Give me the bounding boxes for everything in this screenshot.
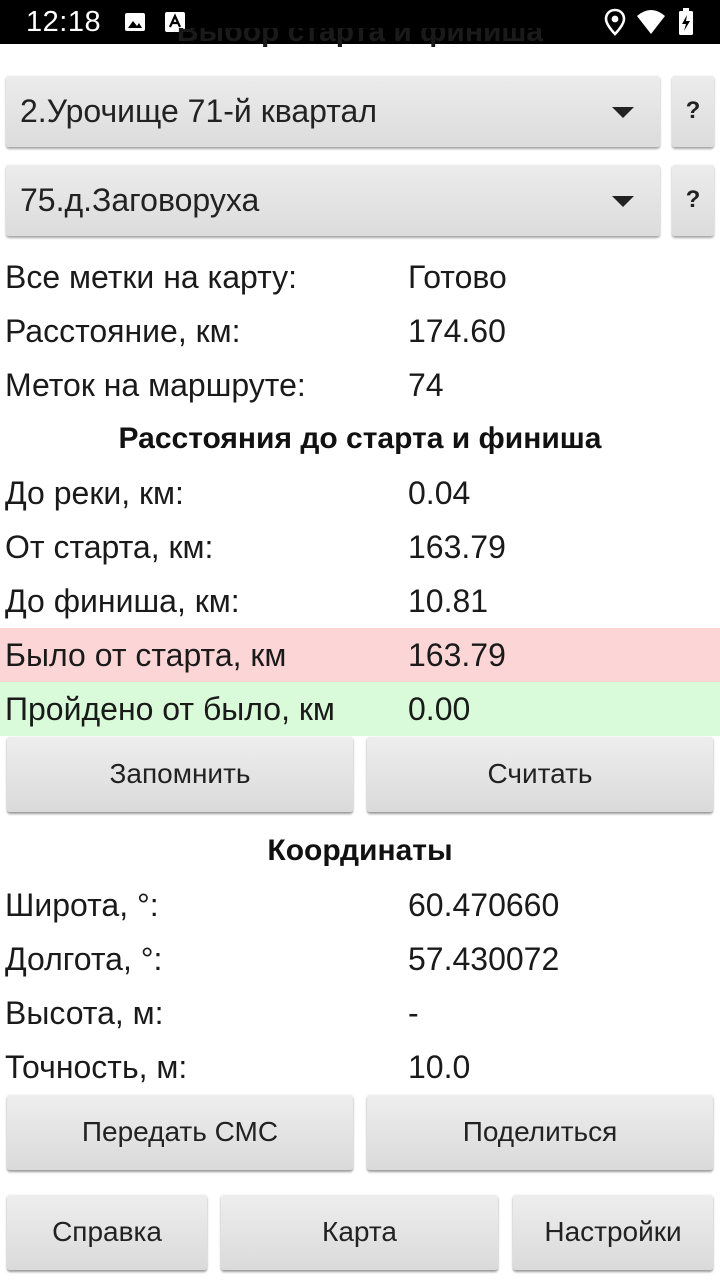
accuracy-label: Точность, м:: [5, 1049, 188, 1085]
longitude-label: Долгота, °:: [5, 941, 163, 977]
remember-button[interactable]: Запомнить: [7, 736, 353, 812]
passed-from-was-label: Пройдено от было, км: [5, 691, 335, 727]
from-start-value: 163.79: [408, 529, 506, 565]
to-river-label: До реки, км:: [5, 475, 184, 511]
was-from-start-value: 163.79: [408, 637, 506, 673]
all-marks-value[interactable]: Готово: [408, 250, 507, 304]
passed-from-was-value: 0.00: [408, 691, 471, 727]
share-button[interactable]: Поделиться: [367, 1094, 713, 1170]
chevron-down-icon: [612, 107, 634, 118]
latitude-label: Широта, °:: [5, 887, 159, 923]
accuracy-value: 10.0: [408, 1049, 471, 1085]
altitude-value: -: [408, 995, 419, 1031]
longitude-value: 57.430072: [408, 941, 560, 977]
latitude-value: 60.470660: [408, 887, 560, 923]
row-longitude: Долгота, °: 57.430072: [0, 932, 720, 986]
row-to-finish: До финиша, км: 10.81: [0, 574, 720, 628]
help-button[interactable]: Справка: [7, 1194, 207, 1270]
row-latitude: Широта, °: 60.470660: [0, 878, 720, 932]
finish-spinner-value: 75.д.Заговоруха: [20, 182, 260, 218]
map-button[interactable]: Карта: [221, 1194, 498, 1270]
to-finish-label: До финиша, км:: [5, 583, 240, 619]
read-button[interactable]: Считать: [367, 736, 713, 812]
row-accuracy: Точность, м: 10.0: [0, 1040, 720, 1094]
marks-count-value: 74: [408, 367, 444, 403]
row-all-marks: Все метки на карту: Готово: [0, 250, 720, 304]
coordinates-title: Координаты: [267, 834, 453, 867]
start-spinner-value: 2.Урочище 71-й квартал: [20, 93, 377, 129]
row-marks-count: Меток на маршруте: 74: [0, 358, 720, 412]
marks-count-label: Меток на маршруте:: [5, 367, 306, 403]
settings-button[interactable]: Настройки: [513, 1194, 713, 1270]
all-marks-label: Все метки на карту:: [5, 259, 298, 295]
altitude-label: Высота, м:: [5, 995, 164, 1031]
row-passed-from-was: Пройдено от было, км 0.00: [0, 682, 720, 736]
finish-spinner[interactable]: 75.д.Заговоруха: [6, 164, 660, 236]
start-spinner[interactable]: 2.Урочище 71-й квартал: [6, 75, 660, 147]
to-river-value: 0.04: [408, 475, 471, 511]
from-start-label: От старта, км:: [5, 529, 214, 565]
selection-title: Выбор старта и финиша: [176, 28, 544, 48]
row-from-start: От старта, км: 163.79: [0, 520, 720, 574]
row-distance: Расстояние, км: 174.60: [0, 304, 720, 358]
send-sms-button[interactable]: Передать СМС: [7, 1094, 353, 1170]
chevron-down-icon: [612, 196, 634, 207]
distance-label: Расстояние, км:: [5, 313, 241, 349]
distance-value: 174.60: [408, 313, 506, 349]
finish-help-button[interactable]: ?: [672, 164, 714, 236]
to-finish-value: 10.81: [408, 583, 489, 619]
was-from-start-label: Было от старта, км: [5, 637, 287, 673]
row-altitude: Высота, м: -: [0, 986, 720, 1040]
row-to-river: До реки, км: 0.04: [0, 466, 720, 520]
row-was-from-start: Было от старта, км 163.79: [0, 628, 720, 682]
distances-title: Расстояния до старта и финиша: [118, 422, 602, 455]
start-help-button[interactable]: ?: [672, 75, 714, 147]
